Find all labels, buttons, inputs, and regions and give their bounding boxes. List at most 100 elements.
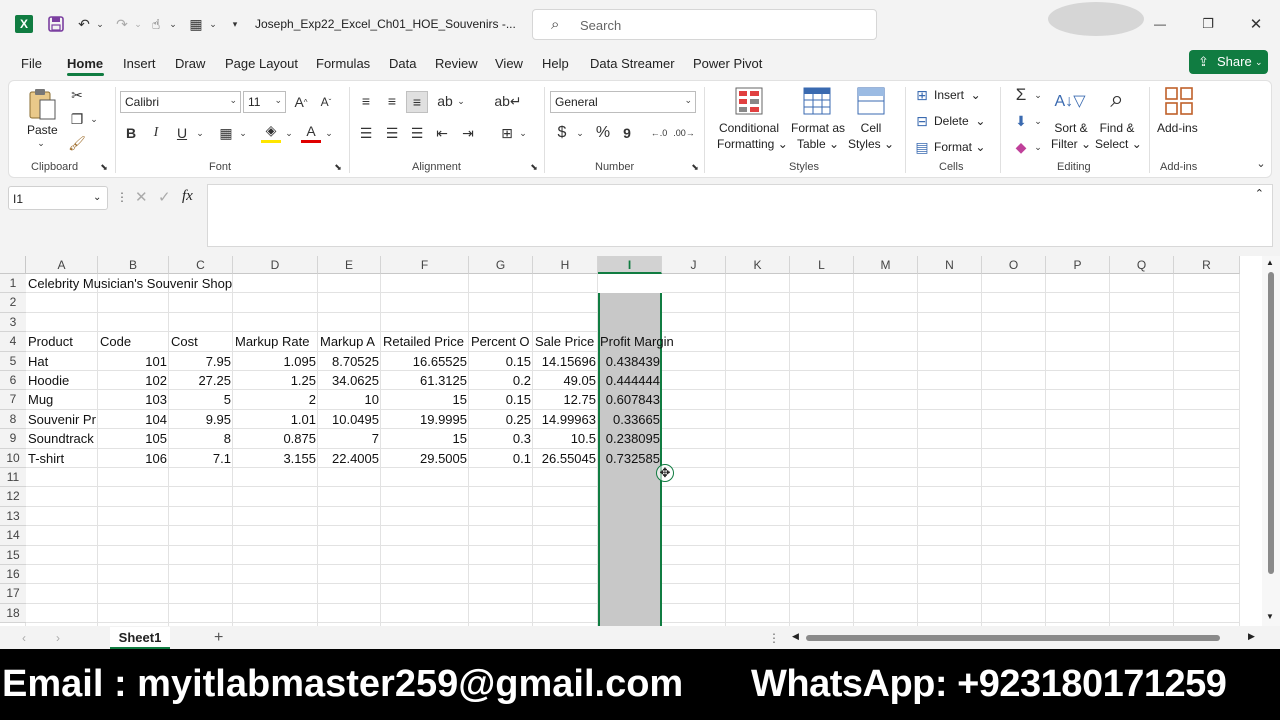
header-cell[interactable]: Code <box>98 332 169 351</box>
data-cell[interactable]: 8 <box>169 429 233 448</box>
column-header-k[interactable]: K <box>726 256 790 274</box>
row-header-10[interactable]: 10 <box>0 448 26 468</box>
data-cell[interactable]: 12.75 <box>533 390 598 409</box>
data-cell[interactable]: 1.095 <box>233 352 318 371</box>
orientation-dropdown-icon[interactable]: ⌄ <box>456 93 466 109</box>
data-cell[interactable]: 0.438439 <box>598 352 662 371</box>
top-align-icon[interactable]: ≡ <box>356 91 376 111</box>
row-header-12[interactable]: 12 <box>0 487 26 507</box>
add-sheet-button[interactable]: + <box>214 629 223 647</box>
tab-data[interactable]: Data <box>389 56 416 71</box>
percent-button[interactable]: % <box>593 123 613 143</box>
currency-dropdown-icon[interactable]: ⌄ <box>575 125 585 141</box>
add-ins-button[interactable]: Add-ins <box>1157 120 1198 136</box>
tab-help[interactable]: Help <box>542 56 569 71</box>
data-cell[interactable]: 34.0625 <box>318 371 381 390</box>
share-button[interactable]: ⇪ Share ⌄ <box>1189 50 1268 74</box>
data-cell[interactable]: 7.95 <box>169 352 233 371</box>
data-cell[interactable]: Hoodie <box>26 371 98 390</box>
collapse-ribbon-icon[interactable]: ⌄ <box>1253 155 1269 171</box>
row-header-16[interactable]: 16 <box>0 565 26 585</box>
form-icon[interactable]: ▦ <box>186 14 206 34</box>
clear-icon[interactable]: ◆ <box>1011 137 1031 157</box>
row-header-15[interactable]: 15 <box>0 545 26 565</box>
cut-icon[interactable]: ✂ <box>67 85 87 105</box>
redo-icon[interactable]: ↷ <box>112 14 132 34</box>
sort-filter-button[interactable]: Sort & Filter ⌄ <box>1049 120 1093 152</box>
row-header-14[interactable]: 14 <box>0 526 26 546</box>
data-cell[interactable]: 0.1 <box>469 449 533 468</box>
comma-button[interactable]: 9 <box>619 123 635 143</box>
data-cell[interactable]: 0.875 <box>233 429 318 448</box>
header-cell[interactable]: Cost <box>169 332 233 351</box>
data-cell[interactable]: 0.3 <box>469 429 533 448</box>
data-cell[interactable]: 0.15 <box>469 352 533 371</box>
font-color-icon[interactable]: A <box>301 121 321 143</box>
data-cell[interactable]: 0.607843 <box>598 390 662 409</box>
column-header-n[interactable]: N <box>918 256 982 274</box>
scroll-left-icon[interactable]: ◀ <box>792 631 799 642</box>
row-header-5[interactable]: 5 <box>0 351 26 371</box>
column-header-i[interactable]: I <box>598 256 662 274</box>
find-select-button[interactable]: Find & Select ⌄ <box>1095 120 1142 152</box>
row-header-6[interactable]: 6 <box>0 371 26 391</box>
data-cell[interactable]: 2 <box>233 390 318 409</box>
row-header-1[interactable]: 1 <box>0 274 26 294</box>
conditional-formatting-button[interactable]: Conditional Formatting ⌄ <box>717 120 788 152</box>
data-cell[interactable]: 1.01 <box>233 410 318 429</box>
column-header-a[interactable]: A <box>26 256 98 274</box>
name-box[interactable]: I1 ⌄ <box>8 186 108 210</box>
format-painter-icon[interactable]: 🖌 <box>67 133 87 153</box>
tab-insert[interactable]: Insert <box>123 56 156 71</box>
tab-draw[interactable]: Draw <box>175 56 205 71</box>
paste-button[interactable]: Paste <box>27 122 58 138</box>
data-cell[interactable]: 29.5005 <box>381 449 469 468</box>
more-options-icon[interactable]: ⋮ <box>768 631 780 645</box>
data-cell[interactable]: 27.25 <box>169 371 233 390</box>
data-cell[interactable]: 7 <box>318 429 381 448</box>
underline-dropdown-icon[interactable]: ⌄ <box>195 125 205 141</box>
column-header-e[interactable]: E <box>318 256 381 274</box>
row-header-7[interactable]: 7 <box>0 390 26 410</box>
header-cell[interactable]: Retailed Price <box>381 332 469 351</box>
paste-icon[interactable] <box>27 87 57 121</box>
data-cell[interactable]: Hat <box>26 352 98 371</box>
row-header-4[interactable]: 4 <box>0 332 26 352</box>
header-cell[interactable]: Percent O <box>469 332 533 351</box>
conditional-formatting-icon[interactable] <box>735 87 763 115</box>
format-cells-button[interactable]: Format ⌄ <box>934 139 985 155</box>
form-dropdown-icon[interactable]: ⌄ <box>208 14 218 34</box>
tab-data-streamer[interactable]: Data Streamer <box>590 56 675 71</box>
fill-color-dropdown-icon[interactable]: ⌄ <box>284 125 294 141</box>
undo-dropdown-icon[interactable]: ⌄ <box>95 14 105 34</box>
account-avatar[interactable] <box>1048 2 1144 36</box>
formula-input[interactable]: ⌃ <box>207 184 1273 247</box>
increase-decimal-icon[interactable]: ←.0 <box>649 123 669 143</box>
scroll-down-icon[interactable]: ▼ <box>1266 612 1274 621</box>
touch-mode-dropdown-icon[interactable]: ⌄ <box>168 14 178 34</box>
decrease-decimal-icon[interactable]: .00→ <box>673 123 695 143</box>
active-cell-i1[interactable] <box>598 274 662 293</box>
currency-button[interactable]: $ <box>553 123 571 143</box>
sheet-tab-sheet1[interactable]: Sheet1 <box>110 627 170 649</box>
data-cell[interactable]: 0.732585 <box>598 449 662 468</box>
data-cell[interactable]: 61.3125 <box>381 371 469 390</box>
confirm-entry-icon[interactable]: ✓ <box>158 188 171 206</box>
column-header-b[interactable]: B <box>98 256 169 274</box>
restore-button[interactable]: ❐ <box>1196 12 1220 36</box>
underline-button[interactable]: U <box>173 123 191 143</box>
data-cell[interactable]: 105 <box>98 429 169 448</box>
data-cell[interactable]: 10 <box>318 390 381 409</box>
fill-dropdown-icon[interactable]: ⌄ <box>1033 113 1043 129</box>
data-cell[interactable]: 10.5 <box>533 429 598 448</box>
merge-dropdown-icon[interactable]: ⌄ <box>518 125 528 141</box>
vertical-scroll-thumb[interactable] <box>1268 272 1274 574</box>
vertical-scrollbar[interactable]: ▲ ▼ <box>1262 256 1280 626</box>
column-header-q[interactable]: Q <box>1110 256 1174 274</box>
data-cell[interactable]: 10.0495 <box>318 410 381 429</box>
row-header-3[interactable]: 3 <box>0 312 26 333</box>
font-size-select[interactable]: 11 ⌄ <box>243 91 286 113</box>
increase-indent-icon[interactable]: ⇥ <box>458 123 478 143</box>
header-cell[interactable]: Sale Price <box>533 332 598 351</box>
data-cell[interactable]: 0.444444 <box>598 371 662 390</box>
